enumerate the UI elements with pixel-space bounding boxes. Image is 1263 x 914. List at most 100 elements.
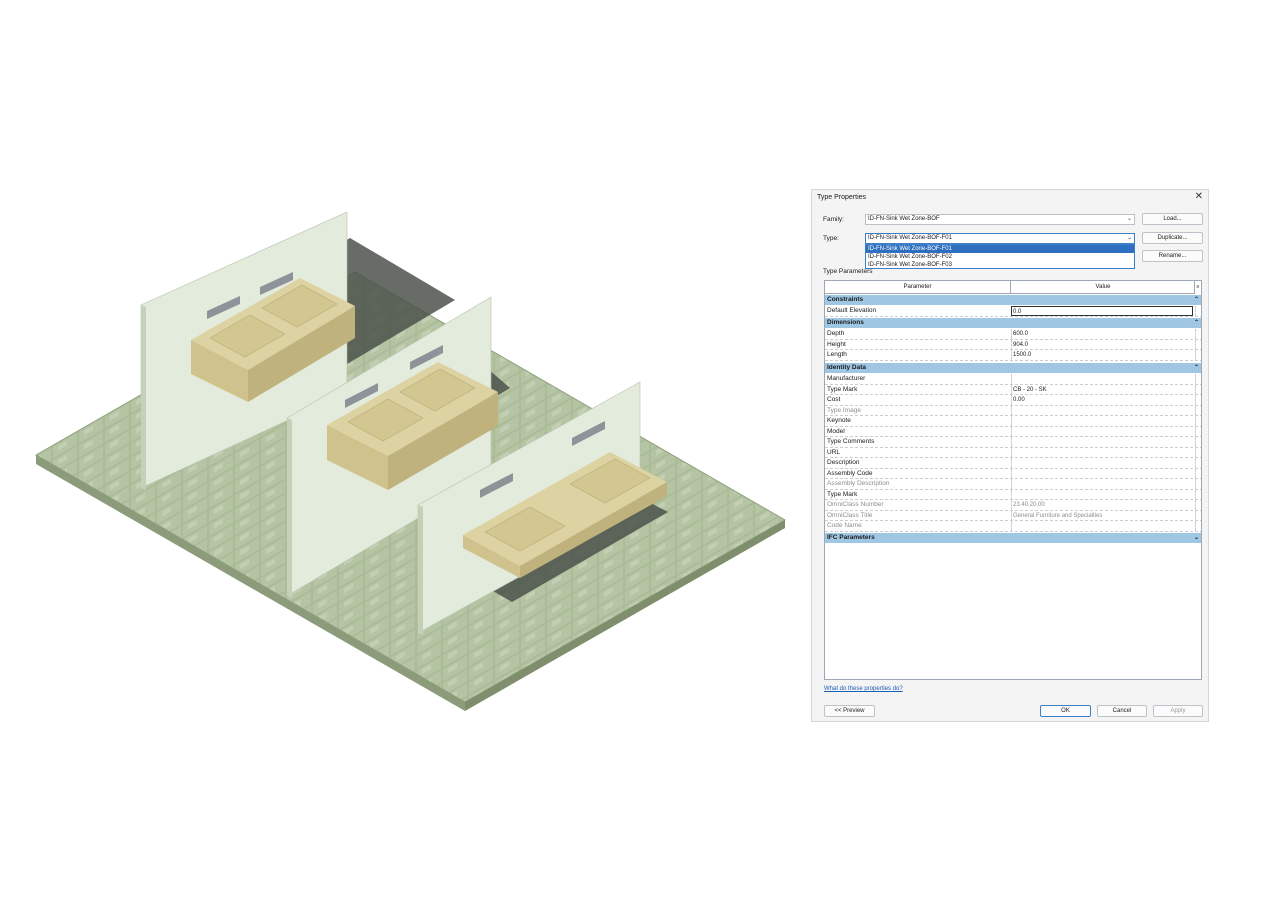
param-side xyxy=(1195,458,1201,468)
param-value[interactable]: General Furniture and Specialties xyxy=(1011,510,1193,521)
type-select[interactable]: ID-FN-Sink Wet Zone-BOF-F01 ⌄ xyxy=(865,233,1135,244)
column-header-value[interactable]: Value xyxy=(1011,281,1195,293)
param-side xyxy=(1195,384,1201,395)
param-value[interactable] xyxy=(1011,405,1193,416)
param-value[interactable]: 904.0 xyxy=(1011,339,1193,350)
param-row[interactable]: OmniClass Title General Furniture and Sp… xyxy=(825,510,1201,521)
column-header-parameter[interactable]: Parameter xyxy=(825,281,1011,293)
param-side xyxy=(1195,489,1201,500)
group-header-ifc-parameters[interactable]: IFC Parameters ⌄ xyxy=(825,533,1201,543)
param-side xyxy=(1195,500,1201,510)
type-option[interactable]: ID-FN-Sink Wet Zone-BOF-F01 xyxy=(866,245,1134,253)
load-button[interactable]: Load... xyxy=(1142,213,1203,225)
param-value[interactable] xyxy=(1011,426,1193,437)
group-header-dimensions[interactable]: Dimensions ⌃ xyxy=(825,318,1201,328)
param-side xyxy=(1195,329,1201,339)
close-icon[interactable]: ✕ xyxy=(1195,191,1203,203)
type-parameters-label: Type Parameters xyxy=(823,268,873,275)
grid-header: Parameter Value xyxy=(825,281,1195,294)
param-side xyxy=(1195,395,1201,405)
param-row[interactable]: Manufacturer xyxy=(825,374,1201,385)
group-label: Constraints xyxy=(827,296,864,303)
param-row[interactable]: Code Name xyxy=(825,521,1201,532)
param-row[interactable]: OmniClass Number 23.40.20.00 xyxy=(825,500,1201,511)
param-name: Type Comments xyxy=(827,438,875,445)
param-side xyxy=(1195,510,1201,521)
param-value[interactable]: CB - 20 - SK xyxy=(1011,384,1193,395)
param-side xyxy=(1195,405,1201,416)
param-row[interactable]: Depth 600.0 xyxy=(825,329,1201,340)
collapse-icon: ⌃ xyxy=(1193,297,1199,303)
param-value[interactable] xyxy=(1011,437,1193,447)
param-name: OmniClass Title xyxy=(827,511,873,519)
param-name: Manufacturer xyxy=(827,375,866,382)
group-header-constraints[interactable]: Constraints ⌃ xyxy=(825,295,1201,305)
param-row[interactable]: Height 904.0 xyxy=(825,339,1201,350)
param-row[interactable]: Type Mark CB - 20 - SK xyxy=(825,384,1201,395)
cancel-button[interactable]: Cancel xyxy=(1097,705,1147,717)
dialog-title: Type Properties xyxy=(817,194,867,201)
param-name: Depth xyxy=(827,330,845,337)
type-dropdown-list: ID-FN-Sink Wet Zone-BOF-F01 ID-FN-Sink W… xyxy=(865,244,1135,269)
param-value[interactable]: 1500.0 xyxy=(1011,350,1193,360)
param-name: Keynote xyxy=(827,417,851,424)
param-name: Length xyxy=(827,351,847,358)
param-name: Assembly Code xyxy=(827,469,873,477)
param-value[interactable]: 23.40.20.00 xyxy=(1011,500,1193,510)
preview-button[interactable]: << Preview xyxy=(824,705,875,717)
param-value[interactable] xyxy=(1011,374,1193,384)
type-option[interactable]: ID-FN-Sink Wet Zone-BOF-F03 xyxy=(866,261,1134,269)
type-select-value: ID-FN-Sink Wet Zone-BOF-F01 xyxy=(868,235,952,241)
param-value-input[interactable]: 0.0 xyxy=(1011,306,1193,316)
param-row[interactable]: Type Image xyxy=(825,405,1201,416)
param-name: Model xyxy=(827,427,845,435)
type-properties-dialog: Type Properties ✕ Family: ID-FN-Sink Wet… xyxy=(811,189,1209,722)
rename-button[interactable]: Rename... xyxy=(1142,250,1203,262)
param-side xyxy=(1195,374,1201,384)
family-select[interactable]: ID-FN-Sink Wet Zone-BOF ⌄ xyxy=(865,214,1135,225)
param-value[interactable] xyxy=(1011,458,1193,468)
param-side xyxy=(1195,306,1201,316)
ok-button[interactable]: OK xyxy=(1040,705,1091,717)
param-row[interactable]: Description xyxy=(825,458,1201,469)
param-name: Type Image xyxy=(827,406,861,414)
param-value[interactable] xyxy=(1011,489,1193,500)
param-side xyxy=(1195,479,1201,489)
param-value[interactable] xyxy=(1011,416,1193,426)
param-row[interactable]: Length 1500.0 xyxy=(825,350,1201,361)
param-name: Type Mark xyxy=(827,385,858,393)
param-side xyxy=(1195,339,1201,350)
param-side xyxy=(1195,468,1201,479)
param-value[interactable]: 600.0 xyxy=(1011,329,1193,339)
param-row[interactable]: Cost 0.00 xyxy=(825,395,1201,406)
grid-menu-icon[interactable]: ≡ xyxy=(1194,281,1201,293)
param-row[interactable]: Default Elevation 0.0 xyxy=(825,306,1201,317)
param-name: Description xyxy=(827,459,860,466)
param-row[interactable]: Model xyxy=(825,426,1201,437)
param-row[interactable]: Assembly Description xyxy=(825,479,1201,490)
type-option[interactable]: ID-FN-Sink Wet Zone-BOF-F02 xyxy=(866,253,1134,261)
help-link[interactable]: What do these properties do? xyxy=(824,686,903,692)
duplicate-button[interactable]: Duplicate... xyxy=(1142,232,1203,244)
param-value[interactable]: 0.00 xyxy=(1011,395,1193,405)
param-row[interactable]: Type Comments xyxy=(825,437,1201,448)
param-row[interactable]: Assembly Code xyxy=(825,468,1201,479)
type-label: Type: xyxy=(823,235,839,242)
param-row[interactable]: Keynote xyxy=(825,416,1201,427)
param-value[interactable] xyxy=(1011,479,1193,489)
param-value[interactable] xyxy=(1011,468,1193,479)
apply-button[interactable]: Apply xyxy=(1153,705,1203,717)
param-value[interactable] xyxy=(1011,447,1193,458)
param-side xyxy=(1195,350,1201,360)
param-name: Assembly Description xyxy=(827,480,890,487)
isometric-washroom-view xyxy=(34,211,787,711)
param-value[interactable] xyxy=(1011,521,1193,531)
group-header-identity-data[interactable]: Identity Data ⌃ xyxy=(825,363,1201,373)
param-side xyxy=(1195,426,1201,437)
collapse-icon: ⌃ xyxy=(1193,365,1199,371)
param-side xyxy=(1195,447,1201,458)
param-side xyxy=(1195,437,1201,447)
param-row[interactable]: URL xyxy=(825,447,1201,458)
param-row[interactable]: Type Mark xyxy=(825,489,1201,500)
group-label: Identity Data xyxy=(827,364,867,371)
